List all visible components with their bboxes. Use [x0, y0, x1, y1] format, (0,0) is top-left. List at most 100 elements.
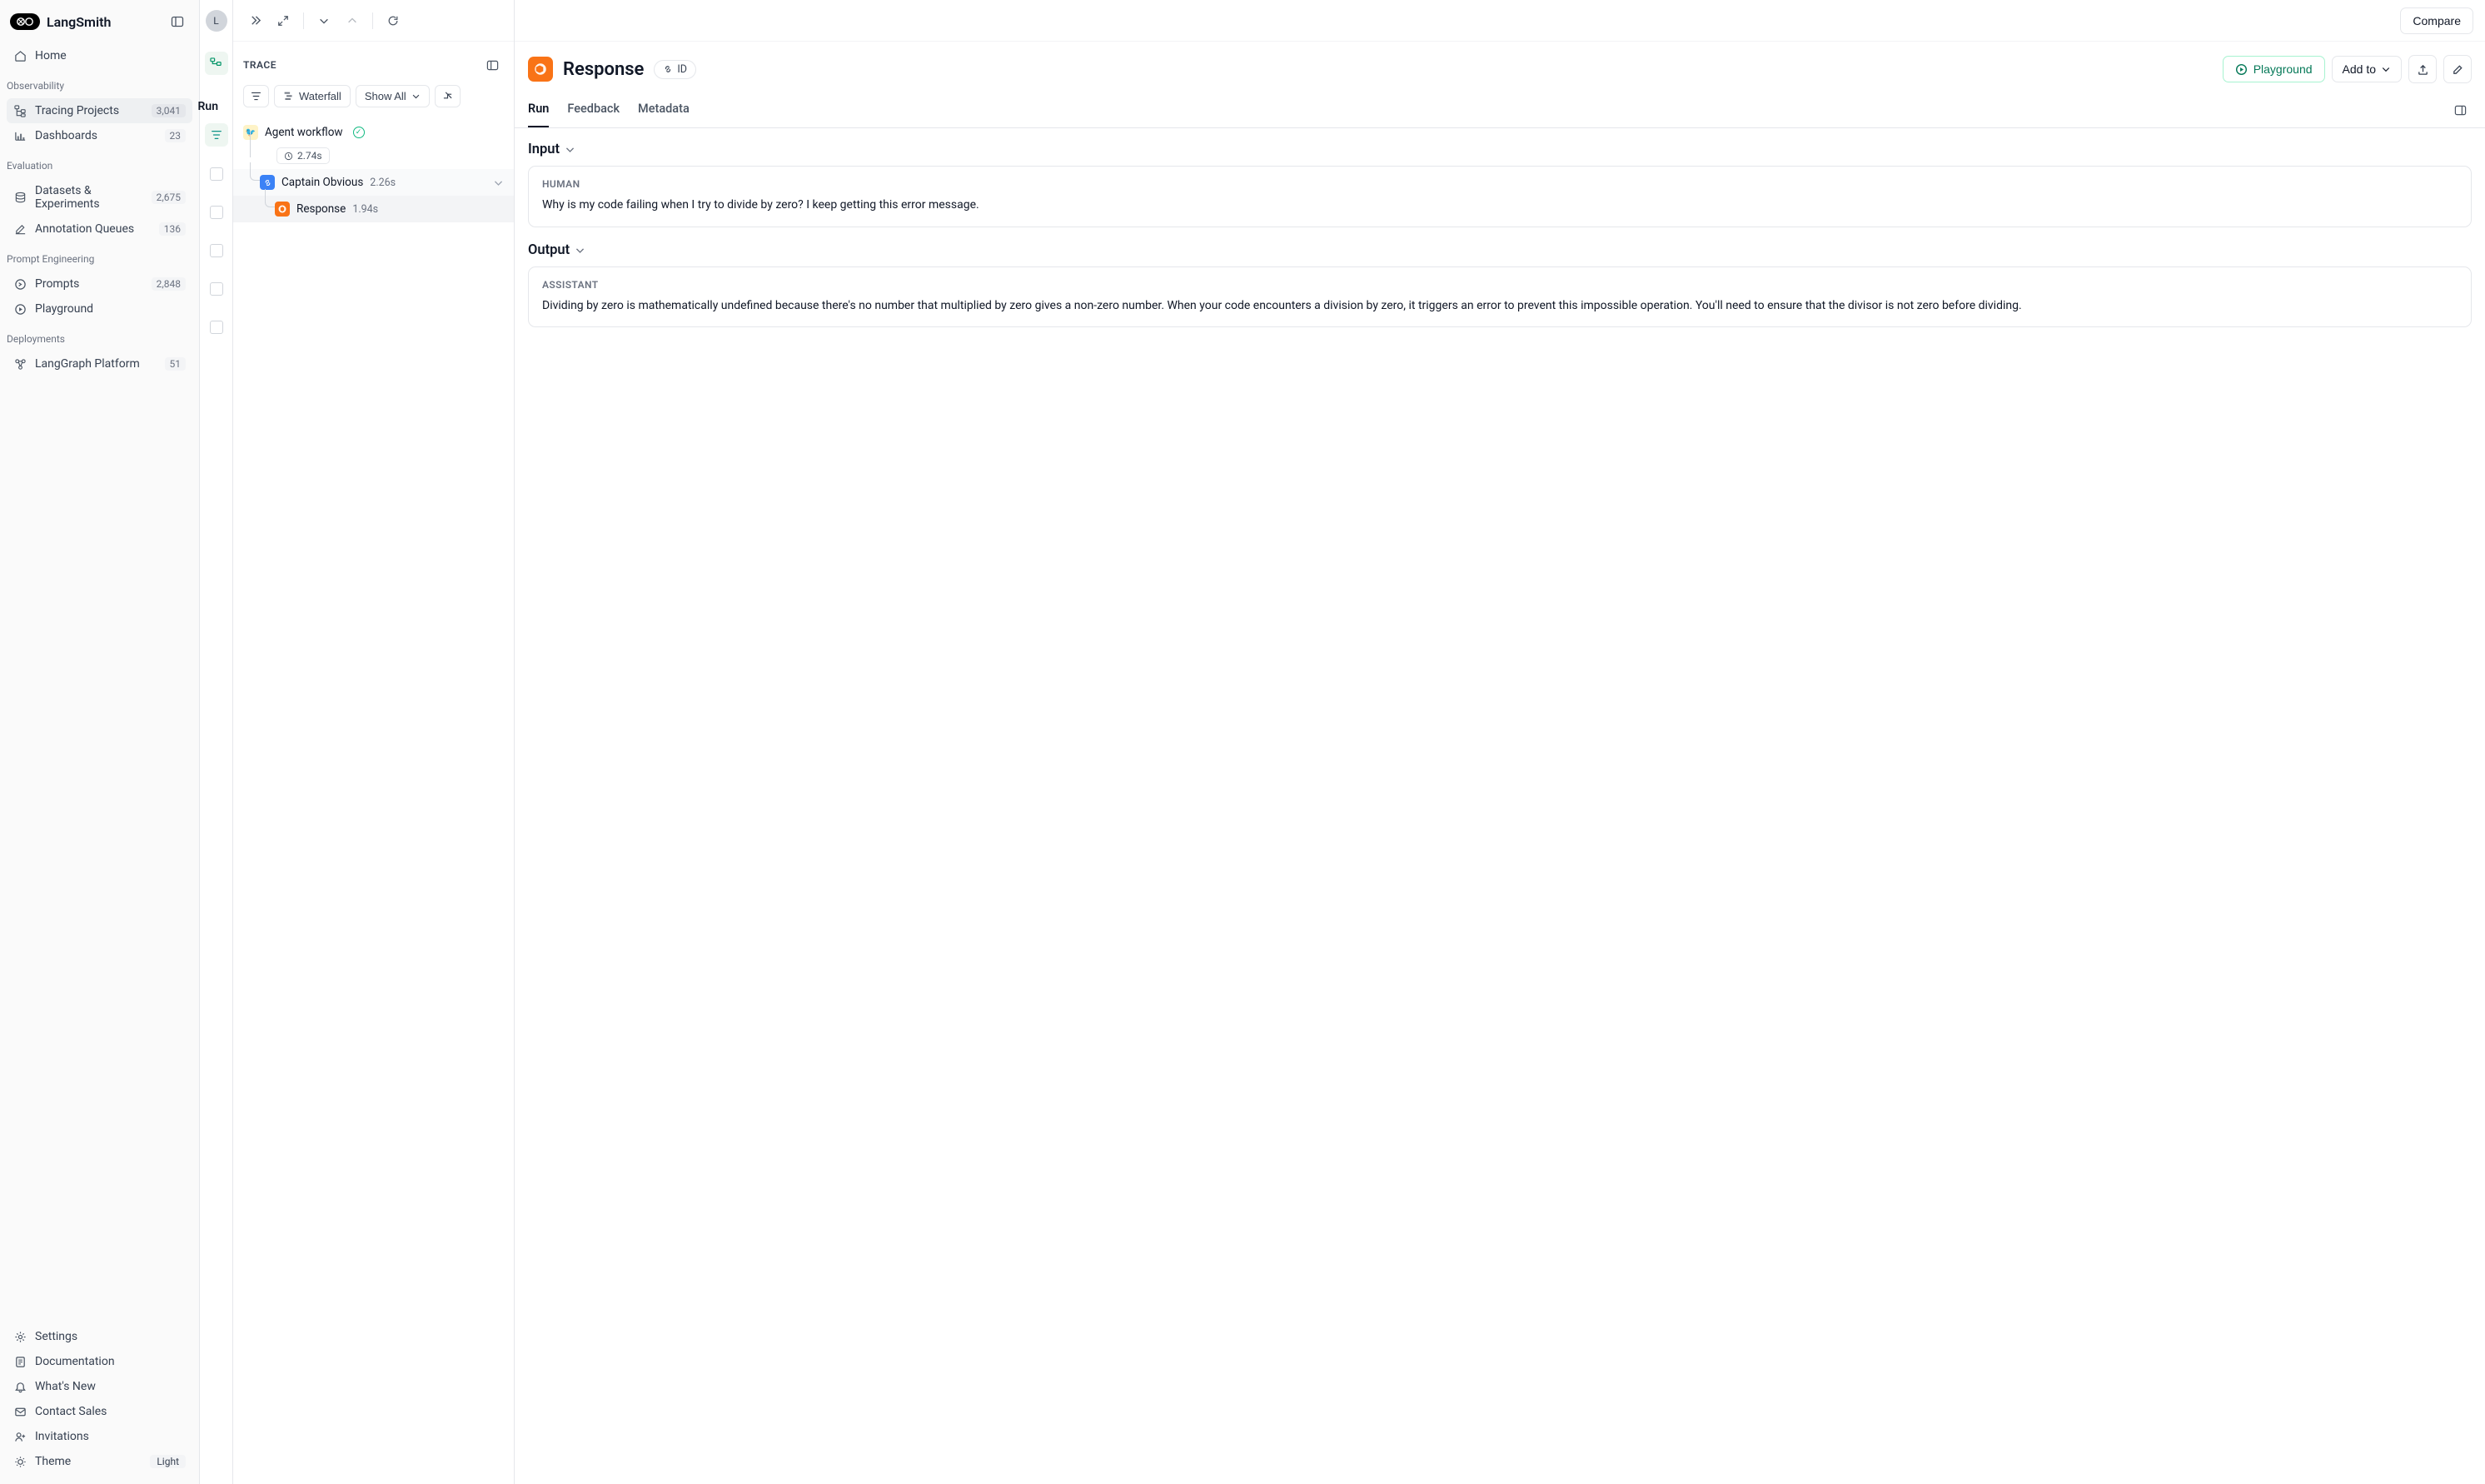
input-message-box: HUMAN Why is my code failing when I try …: [528, 166, 2472, 227]
trace-title: TRACE: [243, 59, 276, 71]
avatar[interactable]: L: [206, 10, 227, 32]
collapse-all-button[interactable]: [435, 85, 461, 107]
openai-icon: [275, 202, 290, 217]
expand-button[interactable]: [271, 9, 295, 32]
panel-toggle-button[interactable]: [2448, 99, 2472, 122]
run-row-checkbox[interactable]: [210, 282, 223, 296]
play-circle-icon: [2235, 63, 2248, 76]
nav-whatsnew-label: What's New: [35, 1380, 96, 1393]
message-role: HUMAN: [542, 178, 2458, 190]
runs-filter-toggle[interactable]: [205, 123, 228, 147]
nav-invitations-label: Invitations: [35, 1430, 89, 1443]
trace-filter-button[interactable]: [243, 85, 269, 107]
trace-node-label: Captain Obvious: [281, 176, 363, 189]
nav-documentation-label: Documentation: [35, 1355, 115, 1368]
sidebar-collapse-button[interactable]: [166, 10, 189, 33]
nav-down-button[interactable]: [312, 9, 336, 32]
nav-contact-sales[interactable]: Contact Sales: [7, 1399, 192, 1424]
chevron-down-icon: [411, 92, 421, 101]
show-all-button[interactable]: Show All: [356, 85, 430, 107]
trace-tree: 🐦 Agent workflow ✓ 2.74s Captain Obvious…: [233, 116, 514, 226]
nav-up-button[interactable]: [341, 9, 364, 32]
tab-metadata[interactable]: Metadata: [638, 93, 690, 127]
runs-column: L Run: [200, 0, 233, 1484]
nav-home[interactable]: Home: [7, 43, 192, 68]
nav-settings[interactable]: Settings: [7, 1324, 192, 1349]
run-row-checkbox[interactable]: [210, 206, 223, 219]
mail-icon: [13, 1405, 27, 1418]
nav-langgraph[interactable]: LangGraph Platform 51: [7, 351, 192, 376]
connector-line: [250, 162, 260, 181]
playground-button[interactable]: Playground: [2223, 56, 2325, 82]
run-row-checkbox[interactable]: [210, 167, 223, 181]
id-pill[interactable]: ID: [654, 60, 696, 79]
input-section-header[interactable]: Input: [528, 142, 2472, 157]
connector-line: [250, 131, 251, 157]
nav-prompts[interactable]: Prompts 2,848: [7, 271, 192, 296]
trace-column: TRACE Waterfall Show All 🐦 Agent workflo…: [233, 0, 515, 1484]
brand[interactable]: LangSmith: [10, 13, 111, 30]
nav-theme[interactable]: Theme Light: [7, 1449, 192, 1474]
brand-name: LangSmith: [47, 14, 111, 30]
divider: [372, 12, 373, 29]
document-icon: [13, 1355, 27, 1368]
trace-node-captain-obvious[interactable]: Captain Obvious 2.26s: [233, 169, 514, 196]
trace-node-root[interactable]: 🐦 Agent workflow ✓: [233, 119, 514, 146]
tab-feedback[interactable]: Feedback: [567, 93, 620, 127]
trace-collapse-button[interactable]: [243, 9, 266, 32]
gear-icon: [13, 1330, 27, 1343]
message-text: Why is my code failing when I try to div…: [542, 197, 2458, 215]
trace-node-response[interactable]: Response 1.94s: [233, 196, 514, 222]
nav-documentation[interactable]: Documentation: [7, 1349, 192, 1374]
database-icon: [13, 191, 27, 204]
nav-whatsnew[interactable]: What's New: [7, 1374, 192, 1399]
nav-item-label: Annotation Queues: [35, 222, 134, 236]
waterfall-button[interactable]: Waterfall: [274, 85, 351, 107]
refresh-button[interactable]: [381, 9, 405, 32]
panel-right-icon: [2454, 104, 2467, 117]
connector-line: [265, 189, 275, 207]
nav-item-label: Dashboards: [35, 129, 97, 142]
nav-item-label: Tracing Projects: [35, 104, 119, 117]
chevron-down-icon: [2381, 64, 2391, 74]
status-success-icon: ✓: [353, 127, 365, 138]
response-title: Response: [563, 59, 644, 80]
trace-panel-toggle[interactable]: [481, 53, 504, 77]
nav-datasets[interactable]: Datasets & Experiments 2,675: [7, 178, 192, 217]
section-observability-label: Observability: [0, 72, 199, 95]
edit-button[interactable]: [2443, 55, 2472, 83]
tree-icon: [13, 104, 27, 117]
runs-header: Run: [198, 100, 228, 123]
nav-settings-label: Settings: [35, 1330, 77, 1343]
nav-item-count: 2,848: [152, 277, 186, 291]
output-section-header[interactable]: Output: [528, 242, 2472, 258]
compare-button[interactable]: Compare: [2400, 7, 2473, 34]
tab-run[interactable]: Run: [528, 93, 549, 127]
nav-item-count: 51: [165, 357, 187, 371]
share-button[interactable]: [2408, 55, 2437, 83]
add-to-button[interactable]: Add to: [2332, 56, 2402, 82]
nav-tracing-projects[interactable]: Tracing Projects 3,041: [7, 98, 192, 123]
nav-home-label: Home: [35, 49, 67, 62]
chevron-down-icon: [575, 245, 585, 256]
play-circle-icon: [13, 302, 27, 316]
chevron-down-icon[interactable]: [493, 177, 504, 188]
message-text: Dividing by zero is mathematically undef…: [542, 297, 2458, 316]
detail-column: Compare Response ID Playground Add to Ru…: [515, 0, 2485, 1484]
waterfall-icon: [283, 91, 294, 102]
section-prompt-label: Prompt Engineering: [0, 245, 199, 268]
section-evaluation-label: Evaluation: [0, 152, 199, 175]
nav-playground[interactable]: Playground: [7, 296, 192, 321]
run-row-checkbox[interactable]: [210, 244, 223, 257]
nav-annotation-queues[interactable]: Annotation Queues 136: [7, 217, 192, 242]
nav-contact-label: Contact Sales: [35, 1405, 107, 1418]
refresh-icon: [387, 15, 399, 27]
home-icon: [13, 49, 27, 62]
runs-tree-toggle[interactable]: [205, 52, 228, 75]
nav-dashboards[interactable]: Dashboards 23: [7, 123, 192, 148]
nav-item-count: 23: [165, 129, 187, 142]
pencil-line-icon: [13, 222, 27, 236]
prompt-icon: [13, 277, 27, 291]
nav-invitations[interactable]: Invitations: [7, 1424, 192, 1449]
run-row-checkbox[interactable]: [210, 321, 223, 334]
